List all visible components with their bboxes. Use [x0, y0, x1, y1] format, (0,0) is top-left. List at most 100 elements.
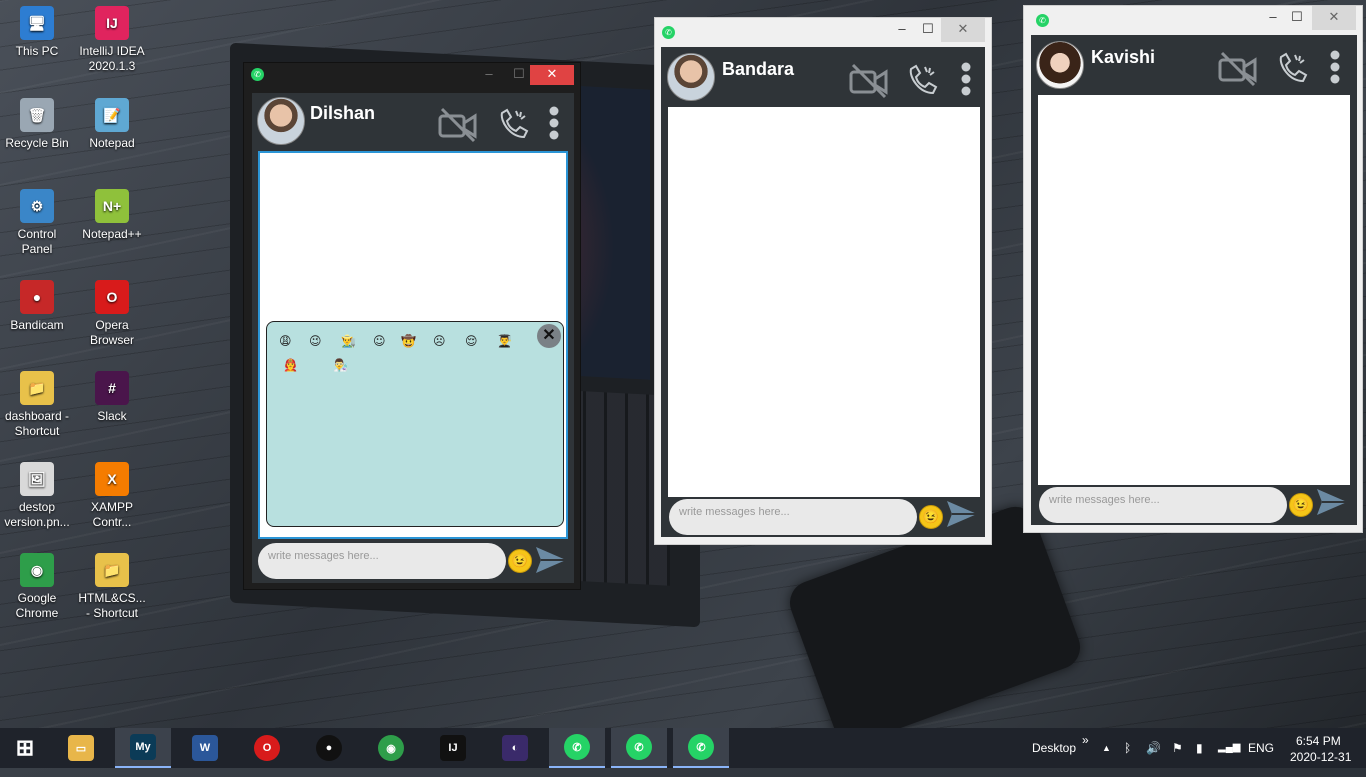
desktop-icon[interactable]: ● Bandicam [1, 280, 73, 333]
contact-name: Kavishi [1091, 47, 1156, 67]
taskbar-whatsapp-button[interactable]: ✆ [611, 728, 667, 768]
emoji-item[interactable]: 👨‍🔬 [333, 358, 348, 372]
toolbar-chevron-icon[interactable]: » [1082, 720, 1089, 760]
more-options-icon[interactable] [548, 105, 560, 141]
desktop-icon[interactable]: ◉ Google Chrome [1, 553, 73, 621]
taskbar-whatsapp-button[interactable]: ✆ [673, 728, 729, 768]
more-options-icon[interactable] [960, 61, 972, 97]
taskbar-start-button[interactable]: ⊞ [0, 728, 50, 768]
taskbar-eclipse-button[interactable]: ◐ [487, 728, 543, 768]
avatar[interactable] [1036, 41, 1084, 89]
window-titlebar[interactable]: ✆ – ☐ ✕ [1024, 6, 1362, 30]
shortcut-icon: # [95, 371, 129, 405]
phone-call-icon[interactable] [905, 63, 941, 99]
message-area[interactable]: ✕ 😩 😉 👨‍🌾 ☺ 🤠 ☹ 😌 👨‍🎓 👨‍🚒 👨‍🔬 [258, 151, 568, 539]
message-area[interactable] [668, 107, 980, 497]
whatsapp-icon: ✆ [662, 26, 675, 39]
contact-name: Bandara [722, 59, 795, 79]
phone-call-icon[interactable] [496, 107, 532, 143]
emoji-item[interactable]: 👨‍🚒 [283, 358, 298, 372]
video-call-off-icon[interactable] [438, 107, 478, 143]
taskbar-mysql-button[interactable]: My [115, 728, 171, 768]
emoji-item[interactable]: ☺ [373, 334, 386, 348]
volume-icon[interactable]: 🔊 [1146, 728, 1161, 768]
video-call-off-icon[interactable] [849, 63, 889, 99]
message-input[interactable]: write messages here... [258, 543, 506, 579]
emoji-panel: ✕ 😩 😉 👨‍🌾 ☺ 🤠 ☹ 😌 👨‍🎓 👨‍🚒 👨‍🔬 [266, 321, 564, 527]
desktop-icon-label: This PC [15, 44, 59, 58]
phone-call-icon[interactable] [1275, 51, 1311, 87]
desktop-icon-label: Slack [97, 409, 127, 423]
desktop-icon[interactable]: # Slack [76, 371, 148, 424]
emoji-item[interactable]: 😩 [279, 334, 292, 348]
message-input[interactable]: write messages here... [669, 499, 917, 535]
desktop-icon[interactable]: 📝 Notepad [76, 98, 148, 151]
emoji-item[interactable]: 👨‍🎓 [497, 334, 512, 348]
desktop-icon[interactable]: IJ IntelliJ IDEA 2020.1.3 [76, 6, 148, 74]
desktop-icon[interactable]: 🖥 This PC [1, 6, 73, 59]
avatar[interactable] [667, 53, 715, 101]
close-button[interactable]: ✕ [941, 18, 985, 42]
bluetooth-icon[interactable]: ᛒ [1124, 728, 1131, 768]
send-icon[interactable] [945, 499, 979, 529]
chrome-icon: ◉ [378, 735, 404, 761]
emoji-picker-button[interactable]: 😉 [919, 505, 943, 529]
desktop-icon[interactable]: 📁 HTML&CS... - Shortcut [76, 553, 148, 621]
desktop-icon[interactable]: O Opera Browser [76, 280, 148, 348]
chat-window-kavishi[interactable]: ✆ – ☐ ✕ Kavishi write messages here... 😉 [1023, 5, 1363, 533]
desktop-icon[interactable]: X XAMPP Contr... [76, 462, 148, 530]
desktop-icon[interactable]: 🖼 destop version.pn... [1, 462, 73, 530]
close-button[interactable]: ✕ [1312, 6, 1356, 30]
emoji-item[interactable]: 🤠 [401, 334, 416, 348]
action-flag-icon[interactable]: ⚑ [1172, 728, 1183, 768]
desktop-icon-label: Google Chrome [15, 591, 59, 620]
emoji-item[interactable]: 😉 [309, 334, 322, 348]
taskbar-intellij-button[interactable]: IJ [425, 728, 481, 768]
more-options-icon[interactable] [1329, 49, 1341, 85]
window-titlebar[interactable]: ✆ – ☐ ✕ [655, 18, 991, 42]
maximize-button[interactable]: ☐ [911, 18, 945, 42]
desktop-icon[interactable]: 📁 dashboard - Shortcut [1, 371, 73, 439]
taskbar-file-explorer-button[interactable]: ▭ [53, 728, 109, 768]
chat-window-dilshan[interactable]: ✆ – ☐ ✕ Dilshan ✕ 😩😉👨‍🌾☺🤠☹😌👨 [243, 62, 581, 590]
close-button[interactable]: ✕ [530, 65, 574, 85]
shortcut-icon: ⚙ [20, 189, 54, 223]
avatar[interactable] [257, 97, 305, 145]
window-titlebar[interactable]: ✆ – ☐ ✕ [244, 63, 580, 87]
shortcut-icon: O [95, 280, 129, 314]
battery-icon[interactable]: ▮ [1196, 728, 1203, 768]
message-area[interactable] [1038, 95, 1350, 485]
emoji-item[interactable]: 😌 [465, 334, 478, 348]
close-emoji-panel-button[interactable]: ✕ [537, 324, 561, 348]
taskbar-whatsapp-button[interactable]: ✆ [549, 728, 605, 768]
emoji-picker-button[interactable]: 😉 [508, 549, 532, 573]
clock-date[interactable]: 2020-12-31 [1290, 737, 1351, 777]
video-call-off-icon[interactable] [1218, 51, 1258, 87]
desktop-icon[interactable]: 🗑 Recycle Bin [1, 98, 73, 151]
chat-header: Bandara [661, 47, 985, 103]
minimize-button[interactable]: – [472, 63, 506, 87]
emoji-item[interactable]: ☹ [433, 334, 446, 348]
taskbar-chrome-button[interactable]: ◉ [363, 728, 419, 768]
send-icon[interactable] [534, 545, 568, 575]
file-explorer-icon: ▭ [68, 735, 94, 761]
shortcut-icon: X [95, 462, 129, 496]
send-icon[interactable] [1315, 487, 1349, 517]
desktop-toolbar-label[interactable]: Desktop [1032, 728, 1076, 768]
taskbar-bandicam-button[interactable]: ● [301, 728, 357, 768]
desktop-icon[interactable]: ⚙ Control Panel [1, 189, 73, 257]
show-hidden-icons-icon[interactable]: ▲ [1102, 728, 1111, 768]
maximize-button[interactable]: ☐ [1280, 6, 1314, 30]
language-indicator[interactable]: ENG [1248, 728, 1274, 768]
emoji-picker-button[interactable]: 😉 [1289, 493, 1313, 517]
chat-window-bandara[interactable]: ✆ – ☐ ✕ Bandara write messages here... 😉 [654, 17, 992, 545]
emoji-item[interactable]: 👨‍🌾 [341, 334, 356, 348]
desktop-icon-label: destop version.pn... [4, 500, 70, 529]
network-signal-icon[interactable]: ▂▄▆ [1218, 728, 1240, 768]
start-icon: ⊞ [15, 735, 35, 760]
taskbar-opera-button[interactable]: O [239, 728, 295, 768]
message-input[interactable]: write messages here... [1039, 487, 1287, 523]
desktop-icon-label: Opera Browser [89, 318, 134, 347]
desktop-icon[interactable]: N+ Notepad++ [76, 189, 148, 242]
taskbar-word-button[interactable]: W [177, 728, 233, 768]
